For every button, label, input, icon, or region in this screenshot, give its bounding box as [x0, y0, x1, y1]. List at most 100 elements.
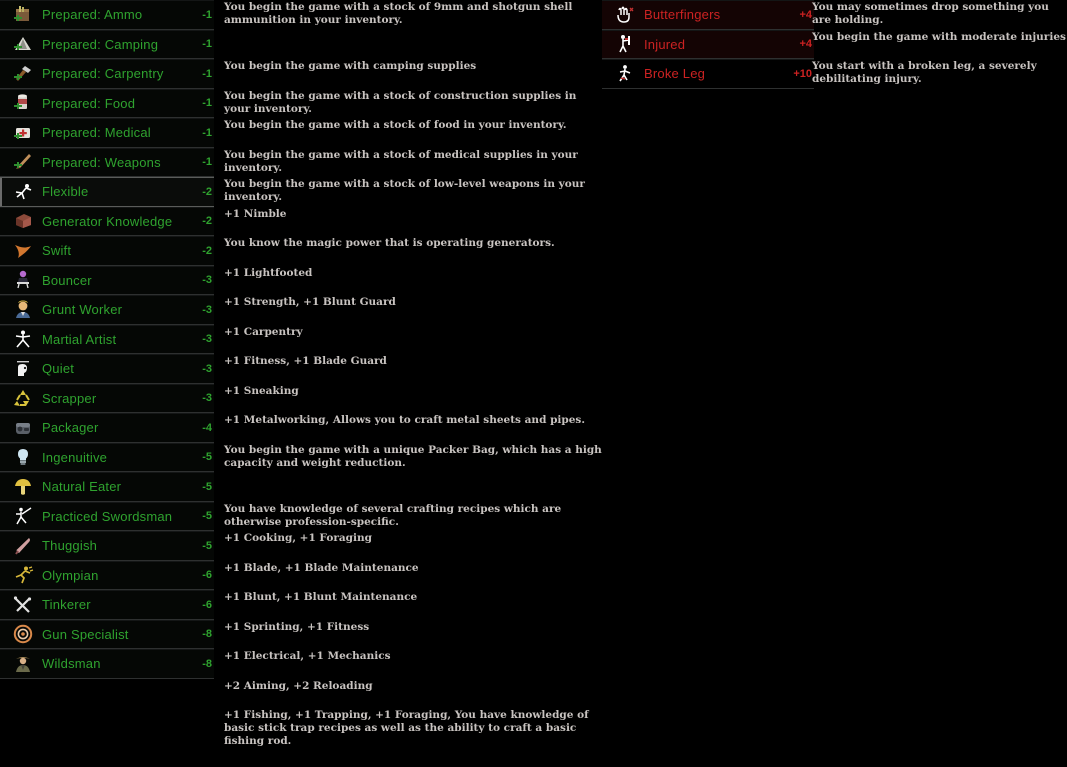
- camping-tent-icon: [12, 33, 34, 55]
- trait-cost: -1: [202, 126, 212, 139]
- trait-row[interactable]: Practiced Swordsman -5: [0, 501, 214, 531]
- trait-row[interactable]: Gun Specialist -8: [0, 619, 214, 649]
- trait-cost: -1: [202, 156, 212, 169]
- trait-row[interactable]: Quiet -3: [0, 354, 214, 384]
- trait-row[interactable]: Grunt Worker -3: [0, 295, 214, 325]
- trait-description-row: +1 Nimble: [224, 207, 604, 237]
- trait-cost: -3: [202, 274, 212, 287]
- trait-description-row: +1 Metalworking, Allows you to craft met…: [224, 413, 604, 443]
- trait-description: You begin the game with camping supplies: [224, 60, 477, 72]
- trait-description: You start with a broken leg, a severely …: [812, 60, 1037, 85]
- trait-row[interactable]: Prepared: Ammo -1: [0, 0, 214, 30]
- negative-traits-list[interactable]: Butterfingers +4 Injured +4 Broke Leg +10: [602, 0, 814, 89]
- trait-description: You have knowledge of several crafting r…: [224, 502, 562, 528]
- trait-row[interactable]: Prepared: Food -1: [0, 88, 214, 118]
- trait-row[interactable]: Olympian -6: [0, 560, 214, 590]
- trait-row[interactable]: Tinkerer -6: [0, 590, 214, 620]
- trait-description-row: +1 Sneaking: [224, 384, 604, 414]
- trait-description: You begin the game with moderate injurie…: [812, 30, 1066, 43]
- trait-cost: -5: [202, 510, 212, 523]
- trait-description-row: You begin the game with a stock of food …: [224, 118, 604, 148]
- trait-name: Tinkerer: [42, 597, 91, 613]
- trait-description-row: You begin the game with a unique Packer …: [224, 443, 604, 502]
- trait-description: You begin the game with a stock of 9mm a…: [224, 1, 573, 26]
- trait-row[interactable]: Prepared: Carpentry -1: [0, 59, 214, 89]
- trait-description: You know the magic power that is operati…: [224, 237, 555, 249]
- trait-name: Grunt Worker: [42, 302, 123, 318]
- trait-description-row: You begin the game with a stock of const…: [224, 89, 604, 119]
- trait-name: Natural Eater: [42, 479, 122, 495]
- trait-row[interactable]: Wildsman -8: [0, 649, 214, 679]
- trait-row[interactable]: Prepared: Medical -1: [0, 118, 214, 148]
- trait-cost: +10: [793, 67, 812, 80]
- trait-row[interactable]: Scrapper -3: [0, 383, 214, 413]
- trait-row[interactable]: Martial Artist -3: [0, 324, 214, 354]
- trait-row[interactable]: Generator Knowledge -2: [0, 206, 214, 236]
- runner-icon: [12, 564, 34, 586]
- trait-name: Wildsman: [42, 656, 101, 672]
- trait-name: Quiet: [42, 361, 75, 377]
- trait-row[interactable]: Butterfingers +4: [602, 0, 814, 30]
- trait-cost: -5: [202, 480, 212, 493]
- trait-name: Prepared: Carpentry: [42, 66, 164, 82]
- trait-cost: -3: [202, 303, 212, 316]
- trait-row[interactable]: Prepared: Weapons -1: [0, 147, 214, 177]
- trait-description: You begin the game with a stock of low-l…: [224, 178, 585, 203]
- trait-description-row: +1 Fishing, +1 Trapping, +1 Foraging, Yo…: [224, 708, 604, 767]
- trait-description: +1 Fitness, +1 Blade Guard: [224, 355, 387, 367]
- trait-description: You begin the game with a stock of const…: [224, 89, 577, 115]
- trait-name: Prepared: Ammo: [42, 7, 143, 23]
- trait-description: +1 Sprinting, +1 Fitness: [224, 620, 370, 633]
- trait-description-row: You begin the game with moderate injurie…: [812, 30, 1067, 60]
- positive-traits-descriptions: You begin the game with a stock of 9mm a…: [224, 0, 604, 767]
- bouncer-icon: [12, 269, 34, 291]
- worker-portrait-icon: [12, 299, 34, 321]
- trait-description-row: +1 Sprinting, +1 Fitness: [224, 620, 604, 650]
- trait-description-row: You have knowledge of several crafting r…: [224, 502, 604, 532]
- trait-description: +1 Nimble: [224, 207, 287, 220]
- trait-cost: -1: [202, 38, 212, 51]
- trait-name: Broke Leg: [644, 66, 706, 82]
- trait-row[interactable]: Swift -2: [0, 236, 214, 266]
- hammer-icon: [12, 63, 34, 85]
- trait-name: Prepared: Camping: [42, 36, 159, 52]
- trait-name: Ingenuitive: [42, 449, 108, 465]
- trait-name: Injured: [644, 36, 686, 52]
- trait-description-row: You know the magic power that is operati…: [224, 236, 604, 266]
- trait-description: +1 Metalworking, Allows you to craft met…: [224, 414, 585, 426]
- trait-row[interactable]: Natural Eater -5: [0, 472, 214, 502]
- trait-row[interactable]: Ingenuitive -5: [0, 442, 214, 472]
- trait-name: Packager: [42, 420, 99, 436]
- trait-cost: -2: [202, 244, 212, 257]
- trait-description: +1 Electrical, +1 Mechanics: [224, 650, 391, 662]
- trait-row[interactable]: Thuggish -5: [0, 531, 214, 561]
- trait-cost: -1: [202, 67, 212, 80]
- trait-cost: -6: [202, 598, 212, 611]
- trait-description-row: +2 Aiming, +2 Reloading: [224, 679, 604, 709]
- trait-description: +1 Strength, +1 Blunt Guard: [224, 296, 396, 308]
- lightbulb-icon: [12, 446, 34, 468]
- trait-cost: -5: [202, 451, 212, 464]
- trait-description-row: +1 Cooking, +1 Foraging: [224, 531, 604, 561]
- trait-cost: -5: [202, 539, 212, 552]
- trait-row[interactable]: Injured +4: [602, 29, 814, 59]
- trait-description-row: +1 Carpentry: [224, 325, 604, 355]
- trait-row[interactable]: Bouncer -3: [0, 265, 214, 295]
- trait-row[interactable]: Flexible -2: [0, 177, 214, 207]
- positive-traits-list[interactable]: Prepared: Ammo -1 Prepared: Camping -1 Prepa…: [0, 0, 214, 679]
- trait-description-row: You begin the game with a stock of low-l…: [224, 177, 604, 207]
- trait-row[interactable]: Broke Leg +10: [602, 59, 814, 89]
- trait-description-row: +1 Fitness, +1 Blade Guard: [224, 354, 604, 384]
- trait-cost: -4: [202, 421, 212, 434]
- trait-description-row: You begin the game with a stock of medic…: [224, 148, 604, 178]
- trait-cost: -2: [202, 185, 212, 198]
- target-scope-icon: [12, 623, 34, 645]
- trait-description-row: You may sometimes drop something you are…: [812, 0, 1067, 30]
- trait-row[interactable]: Prepared: Camping -1: [0, 29, 214, 59]
- trait-cost: -1: [202, 97, 212, 110]
- generator-icon: [12, 210, 34, 232]
- trait-description: You begin the game with a stock of food …: [224, 119, 567, 131]
- trait-row[interactable]: Packager -4: [0, 413, 214, 443]
- trait-description-row: +1 Blunt, +1 Blunt Maintenance: [224, 590, 604, 620]
- trait-name: Generator Knowledge: [42, 213, 173, 229]
